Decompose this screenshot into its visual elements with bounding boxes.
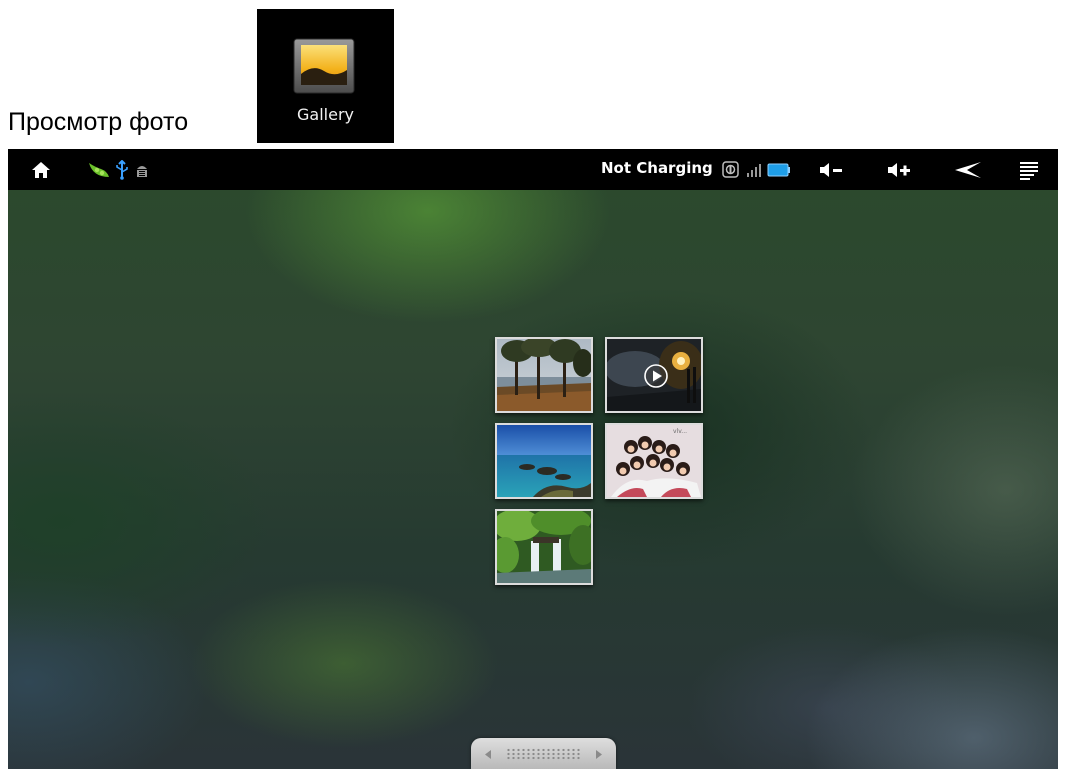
charging-status-text: Not Charging [601, 159, 713, 177]
album-group-photo[interactable]: vlv... [605, 423, 703, 499]
usb-icon [114, 149, 130, 190]
back-icon[interactable] [952, 149, 984, 190]
sync-icon [720, 149, 740, 190]
video-play-icon [644, 364, 668, 388]
photo-viewer-caption: Просмотр фото [8, 108, 189, 136]
arrow-right-icon[interactable] [594, 749, 604, 760]
pea-pod-icon [86, 149, 112, 190]
volume-down-icon[interactable] [816, 149, 846, 190]
scroll-handle[interactable] [471, 738, 616, 769]
gallery-landscape-icon [293, 38, 355, 94]
album-photo-caption: vlv... [673, 428, 688, 435]
tablet-screen: Not Charging vlv... [8, 149, 1058, 769]
system-status-bar: Not Charging [8, 149, 1058, 190]
android-debug-icon [134, 149, 150, 190]
arrow-left-icon[interactable] [483, 749, 493, 760]
gallery-app-label: Gallery [297, 105, 354, 124]
volume-up-icon[interactable] [884, 149, 914, 190]
gallery-app-icon-tile[interactable]: Gallery [257, 9, 394, 143]
signal-icon [744, 149, 764, 190]
battery-icon [766, 149, 792, 190]
album-sea-rocks[interactable] [495, 423, 593, 499]
menu-icon[interactable] [1016, 149, 1042, 190]
album-trees-lake[interactable] [495, 337, 593, 413]
scroll-grip[interactable] [506, 748, 581, 761]
album-night-video[interactable] [605, 337, 703, 413]
album-waterfall[interactable] [495, 509, 593, 585]
home-icon[interactable] [28, 149, 54, 190]
